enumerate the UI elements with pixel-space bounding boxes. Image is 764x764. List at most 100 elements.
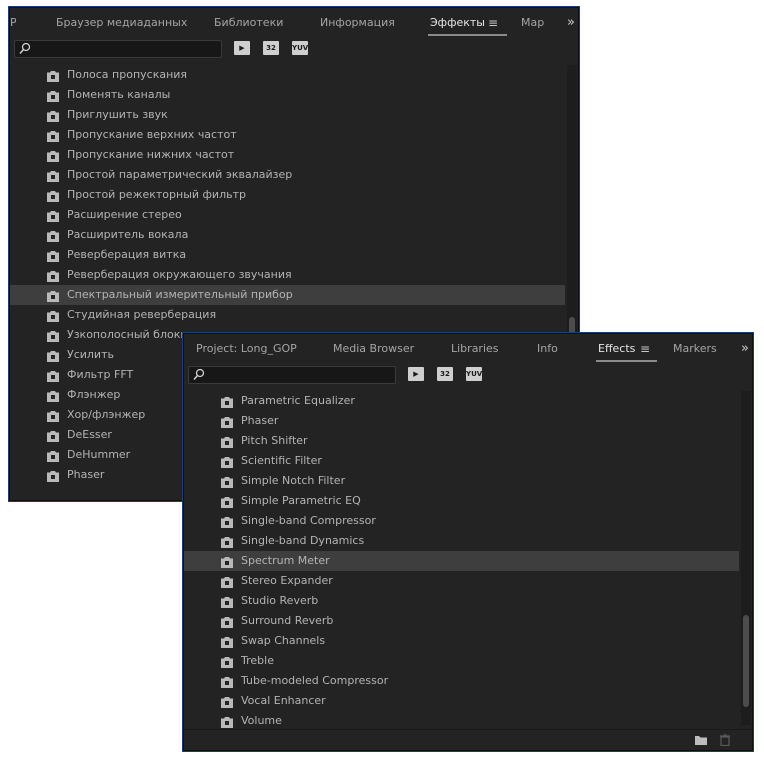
list-item[interactable]: Phaser xyxy=(184,411,739,431)
audio-effect-icon xyxy=(221,535,233,548)
tab-effects[interactable]: Эффекты xyxy=(428,8,507,38)
tab-effects-label: Effects xyxy=(598,342,636,355)
scrollbar-thumb[interactable] xyxy=(743,615,749,707)
tab-project[interactable]: Project: Long_GOP xyxy=(196,334,297,364)
yuv-effects-icon[interactable]: YUV xyxy=(292,41,308,55)
tab-effects[interactable]: Effects xyxy=(596,334,658,364)
list-item[interactable]: Single-band Dynamics xyxy=(184,531,739,551)
panel-menu-icon[interactable]: ≡ xyxy=(488,8,498,38)
audio-effect-icon xyxy=(221,675,233,688)
panel-menu-icon[interactable]: ≡ xyxy=(640,334,650,364)
list-item[interactable]: Реверберация витка xyxy=(10,245,565,265)
effects-panel-english: Project: Long_GOP Media Browser Librarie… xyxy=(182,332,754,752)
list-item[interactable]: Поменять каналы xyxy=(10,85,565,105)
list-item[interactable]: Treble xyxy=(184,651,739,671)
audio-effect-icon xyxy=(47,109,59,122)
list-item[interactable]: Приглушить звук xyxy=(10,105,565,125)
list-item[interactable]: Простой параметрический эквалайзер xyxy=(10,165,565,185)
overflow-chevron-icon[interactable]: » xyxy=(567,8,575,38)
tab-info[interactable]: Информация xyxy=(320,8,395,38)
list-item[interactable]: Студийная реверберация xyxy=(10,305,565,325)
audio-effect-icon xyxy=(47,369,59,382)
list-item[interactable]: Полоса пропускания xyxy=(10,65,565,85)
search-input[interactable] xyxy=(188,366,396,384)
tab-markers[interactable]: Мар xyxy=(521,8,544,38)
list-item-label: Single-band Compressor xyxy=(241,514,376,527)
audio-effect-icon xyxy=(221,515,233,528)
list-item[interactable]: Spectrum Meter xyxy=(184,551,739,571)
list-item[interactable]: Parametric Equalizer xyxy=(184,391,739,411)
list-item-label: Простой параметрический эквалайзер xyxy=(67,168,293,181)
list-item[interactable]: Пропускание верхних частот xyxy=(10,125,565,145)
list-item[interactable]: Пропускание нижних частот xyxy=(10,145,565,165)
audio-effect-icon xyxy=(47,229,59,242)
list-item[interactable]: Simple Notch Filter xyxy=(184,471,739,491)
list-item-label: Swap Channels xyxy=(241,634,326,647)
list-item[interactable]: Single-band Compressor xyxy=(184,511,739,531)
trash-icon[interactable] xyxy=(718,734,732,746)
audio-effect-icon xyxy=(221,555,233,568)
audio-effect-icon xyxy=(47,409,59,422)
yuv-effects-icon[interactable]: YUV xyxy=(466,367,482,381)
audio-effect-icon xyxy=(47,429,59,442)
list-item[interactable]: Swap Channels xyxy=(184,631,739,651)
audio-effect-icon xyxy=(221,655,233,668)
list-item-label: Phaser xyxy=(241,414,279,427)
list-item[interactable]: Простой режекторный фильтр xyxy=(10,185,565,205)
list-item[interactable]: Pitch Shifter xyxy=(184,431,739,451)
audio-effect-icon xyxy=(47,169,59,182)
list-item[interactable]: Surround Reverb xyxy=(184,611,739,631)
tab-markers[interactable]: Markers xyxy=(673,334,717,364)
effects-list: Parametric Equalizer Phaser Pitch Shifter S… xyxy=(184,391,739,729)
list-item-label: Tube-modeled Compressor xyxy=(241,674,389,687)
tab-media-browser[interactable]: Браузер медиаданных xyxy=(56,8,187,38)
search-input[interactable] xyxy=(14,40,222,58)
list-item[interactable]: Реверберация окружающего звучания xyxy=(10,265,565,285)
list-item[interactable]: Расширение стерео xyxy=(10,205,565,225)
accelerated-effects-icon[interactable]: ▶ xyxy=(234,41,250,55)
audio-effect-icon xyxy=(47,469,59,482)
audio-effect-icon xyxy=(221,475,233,488)
tab-bar: Project: Long_GOP Media Browser Librarie… xyxy=(184,334,752,364)
audio-effect-icon xyxy=(221,395,233,408)
audio-effect-icon xyxy=(221,615,233,628)
list-item-label: Поменять каналы xyxy=(67,88,171,101)
list-item-label: Простой режекторный фильтр xyxy=(67,188,246,201)
accelerated-effects-icon[interactable]: ▶ xyxy=(408,367,424,381)
list-item[interactable]: Vocal Enhancer xyxy=(184,691,739,711)
audio-effect-icon xyxy=(221,635,233,648)
list-item-label: Studio Reverb xyxy=(241,594,319,607)
list-item[interactable]: Studio Reverb xyxy=(184,591,739,611)
folder-icon[interactable] xyxy=(694,734,708,746)
search-icon xyxy=(19,42,31,54)
32bit-effects-icon[interactable]: 32 xyxy=(263,41,279,55)
audio-effect-icon xyxy=(47,149,59,162)
list-item[interactable]: Спектральный измерительный прибор xyxy=(10,285,565,305)
audio-effect-icon xyxy=(47,449,59,462)
tab-media-browser[interactable]: Media Browser xyxy=(333,334,414,364)
tab-libraries[interactable]: Библиотеки xyxy=(214,8,283,38)
audio-effect-icon xyxy=(47,129,59,142)
overflow-chevron-icon[interactable]: » xyxy=(741,334,749,364)
tab-clipped-left[interactable]: Р xyxy=(10,8,16,38)
list-item[interactable]: Stereo Expander xyxy=(184,571,739,591)
list-item[interactable]: Scientific Filter xyxy=(184,451,739,471)
list-item-label: Пропускание верхних частот xyxy=(67,128,237,141)
tab-info[interactable]: Info xyxy=(537,334,558,364)
list-item[interactable]: Расширитель вокала xyxy=(10,225,565,245)
list-item-label: Реверберация витка xyxy=(67,248,187,261)
effects-toolbar: ▶ 32 YUV xyxy=(184,364,752,390)
audio-effect-icon xyxy=(47,89,59,102)
list-item[interactable]: Tube-modeled Compressor xyxy=(184,671,739,691)
list-item[interactable]: Simple Parametric EQ xyxy=(184,491,739,511)
list-item-label: Surround Reverb xyxy=(241,614,334,627)
list-item-label: Расширитель вокала xyxy=(67,228,189,241)
32bit-effects-icon[interactable]: 32 xyxy=(437,367,453,381)
effects-toolbar: ▶ 32 YUV xyxy=(10,38,578,64)
list-item-label: Volume xyxy=(241,714,282,727)
list-item[interactable]: Volume xyxy=(184,711,739,729)
scrollbar[interactable] xyxy=(741,391,751,725)
audio-effect-icon xyxy=(47,289,59,302)
tab-bar: Р Браузер медиаданных Библиотеки Информа… xyxy=(10,8,578,38)
tab-libraries[interactable]: Libraries xyxy=(451,334,499,364)
